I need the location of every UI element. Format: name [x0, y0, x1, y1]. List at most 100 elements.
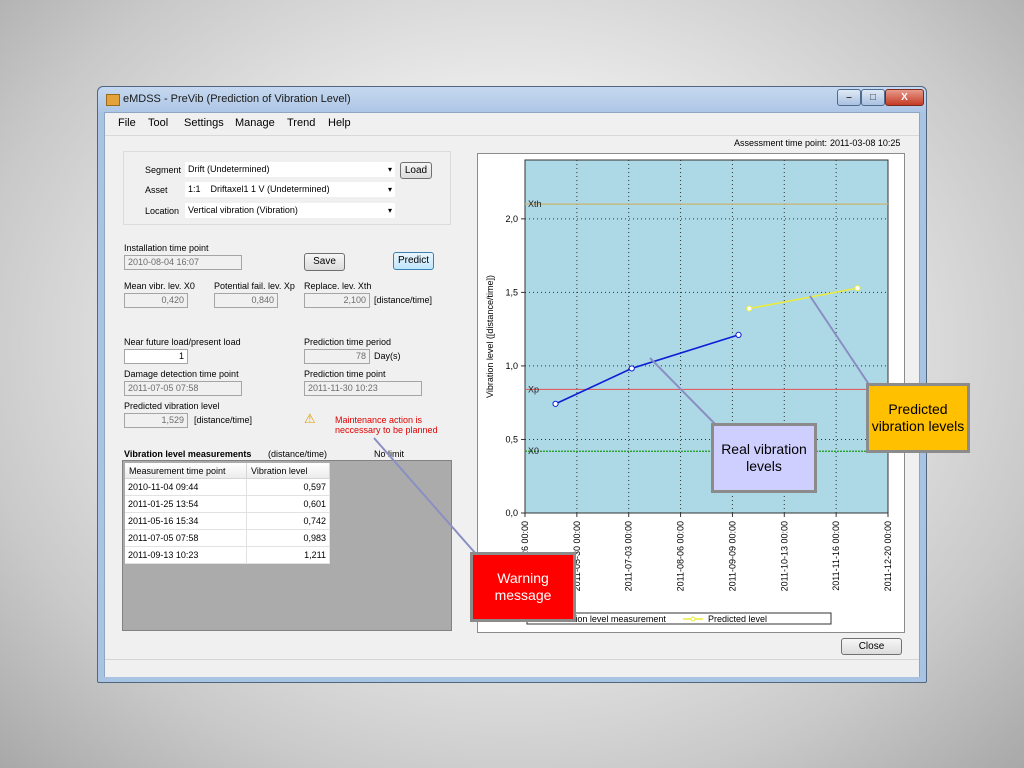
- menu-separator: [105, 135, 919, 136]
- x-tick-label: 2011-08-06 00:00: [676, 521, 686, 591]
- xth-unit: [distance/time]: [374, 295, 433, 305]
- segment-dropdown[interactable]: Drift (Undetermined) ▾: [185, 162, 395, 177]
- cell-level: 0,597: [246, 478, 330, 496]
- installation-field[interactable]: 2010-08-04 16:07: [124, 255, 242, 270]
- save-button[interactable]: Save: [304, 253, 345, 271]
- predicted-level-unit: [distance/time]: [194, 415, 253, 425]
- y-tick-label: 1,5: [505, 287, 518, 297]
- period-unit: Day(s): [374, 351, 401, 361]
- warning-message: Maintenance action is neccessary to be p…: [335, 415, 438, 435]
- reference-label-x0: X0: [528, 446, 539, 456]
- status-bar: [105, 659, 919, 677]
- predicted-level-label: Predicted vibration level: [124, 401, 220, 411]
- x-tick-label: 2011-11-16 00:00: [831, 521, 841, 591]
- menu-settings[interactable]: Settings: [184, 117, 224, 129]
- y-tick-label: 0,0: [505, 508, 518, 518]
- legend-marker-predicted: [690, 616, 696, 622]
- asset-dropdown[interactable]: 1:1 Driftaxel1 1 V (Undetermined) ▾: [185, 182, 395, 197]
- menu-bar: File Tool Settings Manage Trend Help: [105, 113, 919, 135]
- legend-label-predicted: Predicted level: [708, 614, 767, 624]
- prediction-point-label: Prediction time point: [304, 369, 386, 379]
- window-title: eMDSS - PreVib (Prediction of Vibration …: [123, 93, 351, 105]
- load-ratio-field[interactable]: 1: [124, 349, 188, 364]
- table-row[interactable]: 2010-11-04 09:44 0,597: [125, 478, 330, 496]
- location-dropdown[interactable]: Vertical vibration (Vibration) ▾: [185, 203, 395, 218]
- cell-time: 2011-01-25 13:54: [125, 495, 247, 513]
- chevron-down-icon: ▾: [387, 165, 392, 174]
- window-close-button[interactable]: X: [885, 89, 924, 106]
- installation-label: Installation time point: [124, 243, 209, 253]
- xth-label: Replace. lev. Xth: [304, 281, 372, 291]
- column-header-time[interactable]: Measurement time point: [125, 463, 247, 479]
- table-row[interactable]: 2011-01-25 13:54 0,601: [125, 495, 330, 513]
- cell-level: 0,983: [246, 529, 330, 547]
- asset-label: Asset: [145, 185, 168, 195]
- predicted-point: [854, 285, 861, 292]
- period-field[interactable]: 78: [304, 349, 370, 364]
- cell-level: 0,601: [246, 495, 330, 513]
- measurements-grid: Measurement time point Vibration level 2…: [122, 460, 452, 631]
- menu-manage[interactable]: Manage: [235, 117, 275, 129]
- chevron-down-icon: ▾: [387, 206, 392, 215]
- predicted-point: [746, 305, 753, 312]
- cell-time: 2011-05-16 15:34: [125, 512, 247, 530]
- title-bar[interactable]: eMDSS - PreVib (Prediction of Vibration …: [98, 87, 926, 112]
- table-row[interactable]: 2011-07-05 07:58 0,983: [125, 529, 330, 547]
- predict-button[interactable]: Predict: [393, 252, 434, 270]
- minimize-button[interactable]: –: [837, 89, 861, 106]
- table-row[interactable]: 2011-05-16 15:34 0,742: [125, 512, 330, 530]
- load-button[interactable]: Load: [400, 162, 432, 179]
- location-label: Location: [145, 206, 180, 216]
- segment-label: Segment: [145, 165, 182, 175]
- warning-icon: ⚠: [304, 411, 316, 426]
- reference-label-xth: Xth: [528, 199, 542, 209]
- x0-label: Mean vibr. lev. X0: [124, 281, 195, 291]
- load-ratio-label: Near future load/present load: [124, 337, 241, 347]
- y-tick-label: 0,5: [505, 434, 518, 444]
- close-button[interactable]: Close: [841, 638, 902, 655]
- reference-label-xp: Xp: [528, 384, 539, 394]
- maximize-button[interactable]: □: [861, 89, 885, 106]
- cell-time: 2010-11-04 09:44: [125, 478, 247, 496]
- cell-time: 2011-09-13 10:23: [125, 546, 247, 564]
- measurements-title: Vibration level measurements: [124, 449, 252, 459]
- table-row[interactable]: 2011-09-13 10:23 1,211: [125, 546, 330, 564]
- callout-warning: Warning message: [470, 552, 576, 622]
- y-axis-label: Vibration level ([distance/time]): [485, 275, 495, 398]
- prediction-point-field[interactable]: 2011-11-30 10:23: [304, 381, 422, 396]
- cell-time: 2011-07-05 07:58: [125, 529, 247, 547]
- x-tick-label: 2011-10-13 00:00: [779, 521, 789, 591]
- plot-area: [524, 159, 889, 514]
- period-label: Prediction time period: [304, 337, 392, 347]
- y-tick-label: 2,0: [505, 214, 518, 224]
- callout-real-levels: Real vibration levels: [711, 423, 817, 493]
- callout-predicted-levels: Predicted vibration levels: [866, 383, 970, 453]
- cell-level: 1,211: [246, 546, 330, 564]
- column-header-level[interactable]: Vibration level: [246, 463, 330, 479]
- xp-label: Potential fail. lev. Xp: [214, 281, 295, 291]
- segment-panel: Segment Drift (Undetermined) ▾ Load Asset…: [123, 151, 451, 225]
- measurements-unit: (distance/time): [268, 449, 328, 459]
- menu-help[interactable]: Help: [328, 117, 351, 129]
- measurement-point: [552, 400, 559, 407]
- menu-tool[interactable]: Tool: [148, 117, 168, 129]
- assessment-value: 2011-03-08 10:25: [830, 138, 901, 148]
- menu-file[interactable]: File: [118, 117, 136, 129]
- x0-field[interactable]: 0,420: [124, 293, 188, 308]
- cell-level: 0,742: [246, 512, 330, 530]
- measurements-table: Measurement time point Vibration level 2…: [125, 463, 330, 564]
- no-limit-label: No limit: [374, 449, 405, 459]
- chevron-down-icon: ▾: [387, 185, 392, 194]
- assessment-label: Assessment time point:: [734, 138, 828, 148]
- table-header-row: Measurement time point Vibration level: [125, 463, 330, 479]
- xp-field[interactable]: 0,840: [214, 293, 278, 308]
- y-tick-label: 1,0: [505, 361, 518, 371]
- damage-field[interactable]: 2011-07-05 07:58: [124, 381, 242, 396]
- predicted-level-field[interactable]: 1,529: [124, 413, 188, 428]
- app-icon: [106, 94, 120, 106]
- x-tick-label: 2011-12-20 00:00: [883, 521, 893, 591]
- x-tick-label: 2011-07-03 00:00: [624, 521, 634, 591]
- menu-trend[interactable]: Trend: [287, 117, 315, 129]
- xth-field[interactable]: 2,100: [304, 293, 370, 308]
- measurement-point: [735, 331, 742, 338]
